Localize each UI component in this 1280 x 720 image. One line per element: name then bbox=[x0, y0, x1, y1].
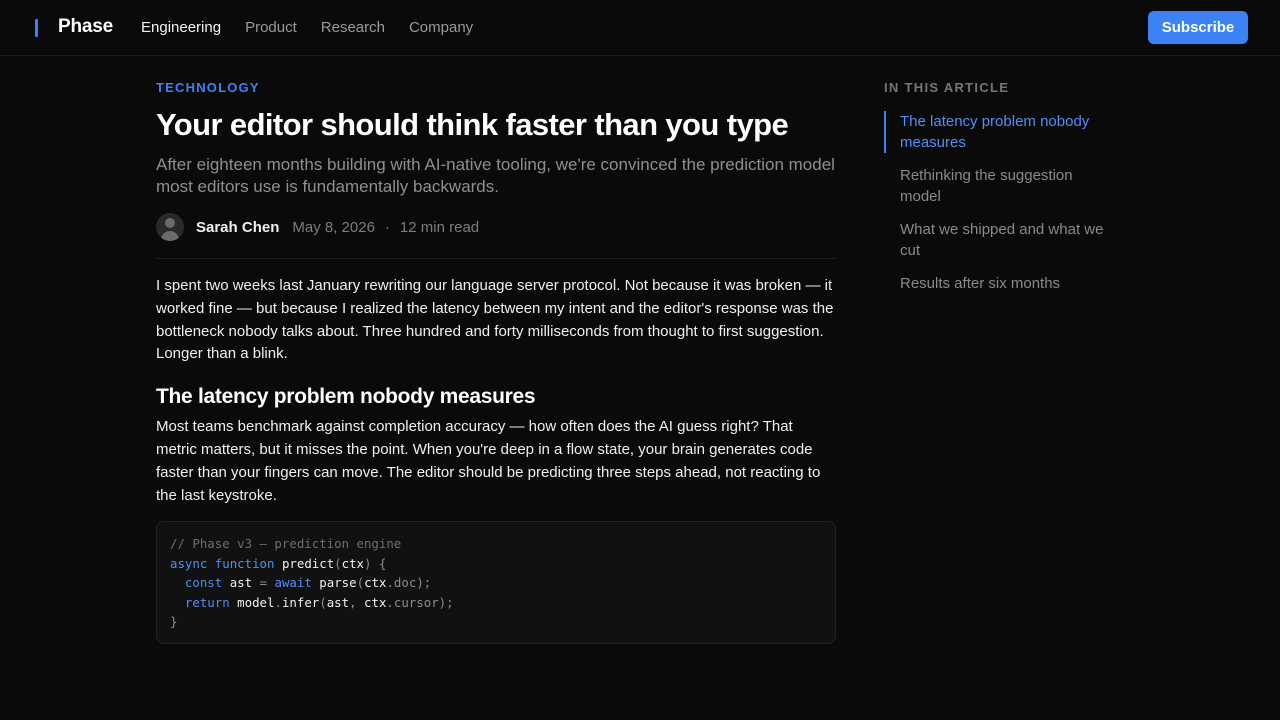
byline: Sarah Chen May 8, 2026 · 12 min read bbox=[156, 212, 836, 242]
read-time: 12 min read bbox=[399, 218, 480, 236]
toc-item-results[interactable]: Results after six months bbox=[884, 273, 1114, 294]
nav-link-company[interactable]: Company bbox=[409, 19, 473, 36]
code-function: parse bbox=[319, 575, 357, 591]
code-line: async function predict(ctx) { bbox=[170, 555, 387, 571]
code-line: return model.infer(ast, ctx.cursor); bbox=[184, 594, 454, 610]
code-property: cursor bbox=[393, 594, 439, 610]
nav-link-product[interactable]: Product bbox=[245, 19, 297, 36]
logo-mark bbox=[35, 19, 38, 37]
code-identifier: ast bbox=[326, 594, 350, 610]
nav-links: Engineering Product Research Company bbox=[141, 19, 473, 36]
toc-heading: IN THIS ARTICLE bbox=[884, 80, 1010, 95]
code-identifier: ctx bbox=[364, 594, 387, 610]
code-identifier: model bbox=[237, 594, 275, 610]
section-heading: The latency problem nobody measures bbox=[156, 385, 536, 409]
code-identifier: ctx bbox=[341, 555, 365, 571]
subscribe-button[interactable]: Subscribe bbox=[1148, 11, 1248, 44]
code-keyword: return bbox=[184, 594, 230, 610]
code-function: predict bbox=[281, 555, 335, 571]
article-subtitle: After eighteen months building with AI-n… bbox=[156, 155, 835, 196]
article-paragraph: I spent two weeks last January rewriting… bbox=[156, 277, 834, 363]
nav-link-research[interactable]: Research bbox=[321, 19, 385, 36]
article-paragraph: Most teams benchmark against completion … bbox=[156, 418, 821, 504]
code-brace: } bbox=[170, 614, 178, 630]
toc-item-suggestion-model[interactable]: Rethinking the suggestion model bbox=[884, 165, 1114, 207]
code-property: doc bbox=[393, 575, 417, 591]
code-keyword: async bbox=[170, 555, 208, 571]
top-nav: Phase Engineering Product Research Compa… bbox=[0, 0, 1280, 56]
byline-divider bbox=[156, 258, 836, 259]
code-block[interactable]: // Phase v3 — prediction engine async fu… bbox=[156, 521, 836, 645]
toc-list: The latency problem nobody measures Reth… bbox=[884, 111, 1124, 294]
byline-separator: · bbox=[384, 218, 390, 236]
article-title: Your editor should think faster than you… bbox=[156, 107, 789, 142]
nav-link-engineering[interactable]: Engineering bbox=[141, 19, 221, 36]
author-name[interactable]: Sarah Chen bbox=[196, 219, 279, 236]
article: TECHNOLOGY Your editor should think fast… bbox=[156, 80, 836, 645]
code-line: const ast = await parse(ctx.doc); bbox=[184, 575, 432, 591]
code-keyword: await bbox=[274, 575, 312, 591]
code-line: } bbox=[170, 612, 822, 632]
article-category[interactable]: TECHNOLOGY bbox=[156, 80, 836, 96]
toc-item-shipped-and-cut[interactable]: What we shipped and what we cut bbox=[884, 219, 1114, 261]
code-line: // Phase v3 — prediction engine bbox=[170, 534, 822, 554]
avatar-body-icon bbox=[161, 231, 179, 241]
code-keyword: function bbox=[214, 555, 275, 571]
code-function: infer bbox=[281, 594, 320, 610]
table-of-contents: IN THIS ARTICLE The latency problem nobo… bbox=[884, 80, 1124, 306]
logo[interactable]: Phase bbox=[58, 16, 113, 38]
code-comment: // Phase v3 — prediction engine bbox=[170, 536, 402, 552]
publish-date: May 8, 2026 bbox=[292, 218, 375, 236]
avatar-head-icon bbox=[165, 218, 175, 228]
code-identifier: ctx bbox=[364, 575, 387, 591]
code-identifier: ast bbox=[229, 575, 253, 591]
avatar[interactable] bbox=[156, 213, 184, 241]
code-keyword: const bbox=[184, 575, 223, 591]
toc-item-latency-problem[interactable]: The latency problem nobody measures bbox=[884, 111, 1114, 153]
